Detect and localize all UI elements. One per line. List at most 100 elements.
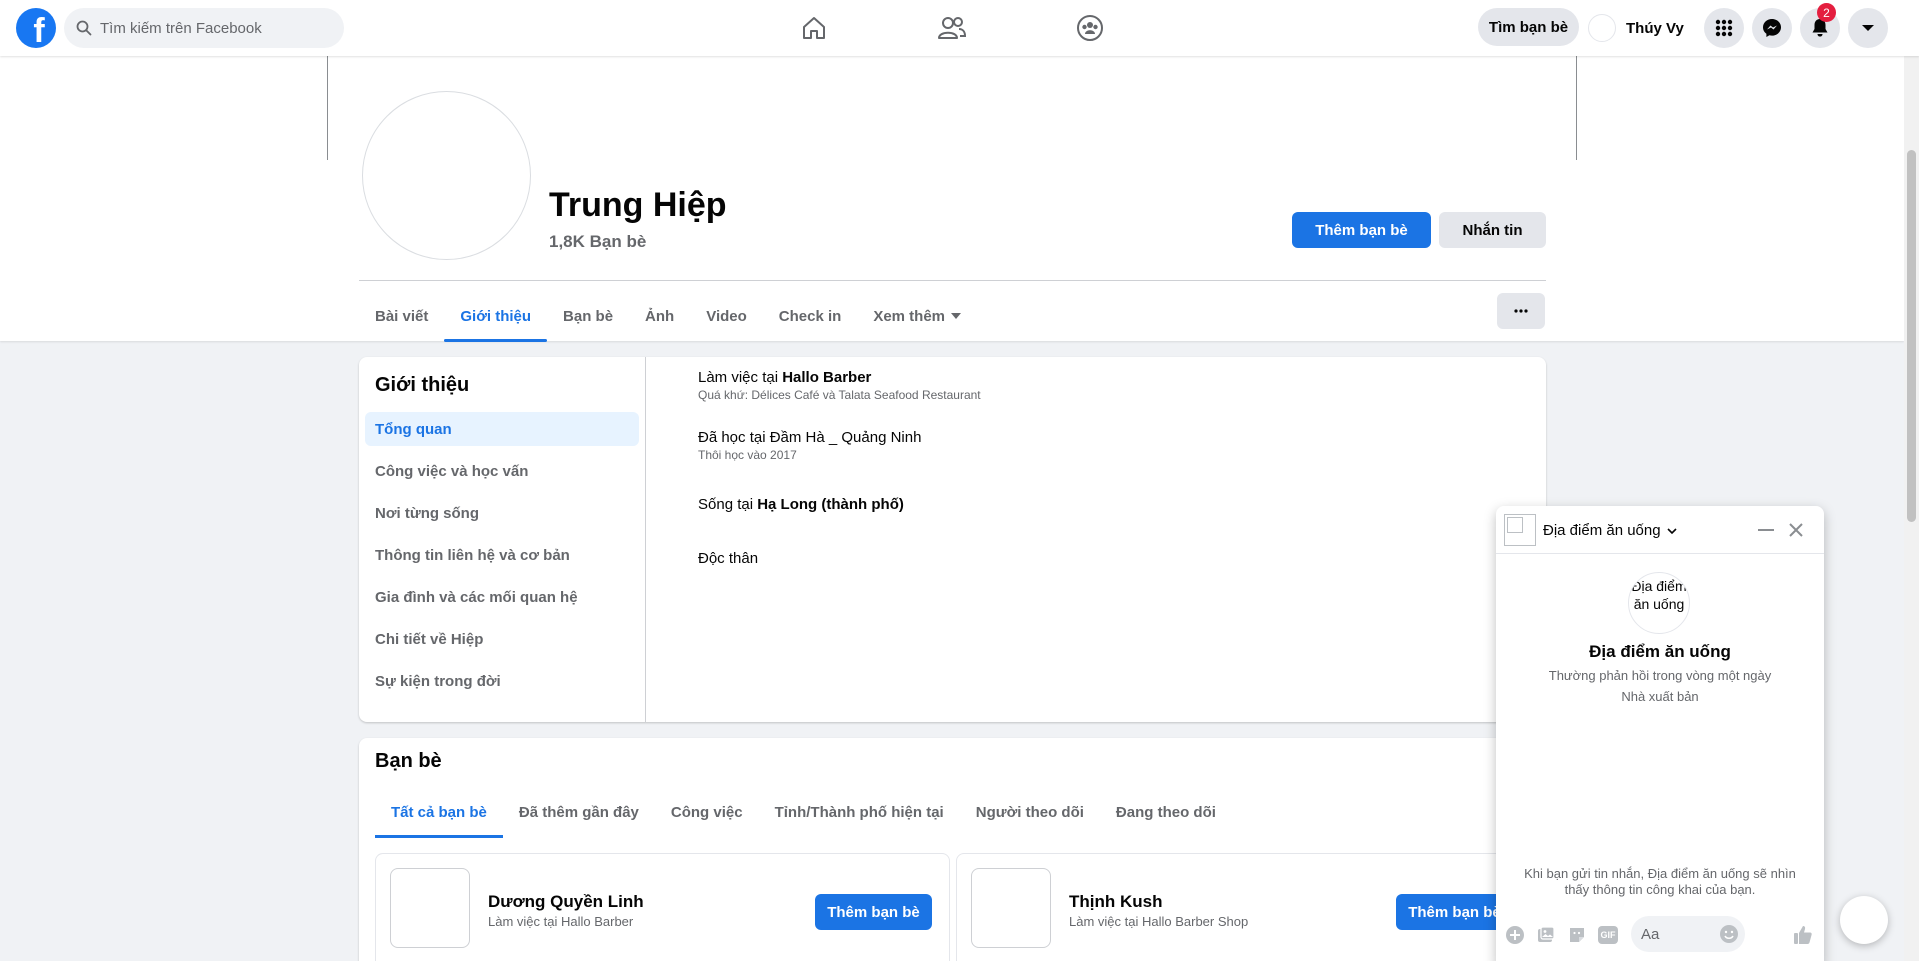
tab-about[interactable]: Giới thiệu (444, 290, 547, 342)
about-menu: Giới thiệu Tổng quan Công việc và học vấ… (359, 357, 646, 722)
thumbs-up-icon (1794, 926, 1812, 944)
list-item: Thịnh Kush Làm việc tại Hallo Barber Sho… (956, 853, 1531, 961)
facebook-logo-icon[interactable]: f (16, 8, 56, 48)
friends-tab-work[interactable]: Công việc (655, 786, 759, 838)
about-menu-overview[interactable]: Tổng quan (365, 412, 639, 446)
chat-response-time: Thường phản hồi trong vòng một ngày (1548, 668, 1772, 683)
gif-label: GIF (1600, 930, 1616, 940)
friend-name[interactable]: Thịnh Kush (1069, 892, 1162, 912)
search-icon (76, 20, 92, 36)
emoji-icon[interactable] (1719, 924, 1739, 944)
tab-more-label: Xem thêm (873, 307, 946, 325)
friends-tabs: Tất cả bạn bè Đã thêm gần đây Công việc … (375, 786, 1232, 838)
chat-page-thumbnail[interactable] (1504, 514, 1536, 546)
about-menu-life-events[interactable]: Sự kiện trong đời (365, 664, 639, 698)
lives-place-link[interactable]: Hạ Long (thành phố) (757, 496, 904, 513)
chat-page-role: Nhà xuất bản (1621, 689, 1699, 704)
chevron-down-icon (1667, 527, 1677, 534)
more-options-button[interactable] (1497, 293, 1545, 329)
friend-thumbnail[interactable] (390, 868, 470, 948)
tab-checkins[interactable]: Check in (763, 290, 858, 342)
lives-prefix: Sống tại (698, 496, 758, 513)
user-name: Thúy Vy (1626, 19, 1684, 37)
minimize-icon (1758, 529, 1774, 531)
logo-text: f (33, 12, 45, 48)
page-scrollbar[interactable] (1904, 0, 1919, 961)
scrollbar-thumb[interactable] (1907, 150, 1916, 522)
tab-friends[interactable]: Bạn bè (547, 290, 629, 342)
chat-window: Địa điểm ăn uống Địa điểm ăn uống Địa đi… (1496, 506, 1824, 961)
friends-tab-all[interactable]: Tất cả bạn bè (375, 786, 503, 838)
ellipsis-icon (1514, 309, 1528, 313)
chat-page-avatar[interactable]: Địa điểm ăn uống (1628, 572, 1690, 634)
caret-down-icon (1862, 25, 1874, 31)
cover-border-right (1576, 56, 1577, 160)
message-button[interactable]: Nhắn tin (1439, 212, 1546, 248)
avatar (1588, 14, 1616, 42)
add-friend-button[interactable]: Thêm bạn bè (1292, 212, 1431, 248)
work-place-link[interactable]: Hallo Barber (782, 369, 871, 386)
tab-photos[interactable]: Ảnh (629, 290, 690, 342)
photo-button[interactable] (1535, 924, 1557, 946)
close-icon (1789, 523, 1803, 537)
plus-button[interactable] (1504, 924, 1526, 946)
school-sub: Thôi học vào 2017 (698, 448, 797, 462)
tab-videos[interactable]: Video (690, 290, 763, 342)
menu-button[interactable] (1704, 8, 1744, 48)
search-bar[interactable] (64, 8, 344, 48)
messenger-button[interactable] (1752, 8, 1792, 48)
menu-grid-icon (1715, 19, 1733, 37)
close-button[interactable] (1786, 520, 1806, 540)
messenger-icon (1763, 19, 1781, 37)
school-info: Đã học tại Đầm Hà _ Quảng Ninh (698, 429, 922, 446)
friends-tab-recent[interactable]: Đã thêm gần đây (503, 786, 655, 838)
nav-groups[interactable] (1035, 6, 1145, 50)
gif-button[interactable]: GIF (1597, 924, 1619, 946)
photo-icon (1538, 926, 1555, 942)
work-info: Làm việc tại Hallo Barber (698, 369, 871, 386)
sticker-button[interactable] (1566, 924, 1588, 946)
notification-badge: 2 (1817, 3, 1836, 22)
work-prefix: Làm việc tại (698, 369, 783, 386)
profile-name: Trung Hiệp (549, 186, 727, 224)
header-divider (359, 280, 1546, 281)
new-message-button[interactable] (1840, 896, 1888, 944)
chat-page-name-button[interactable]: Địa điểm ăn uống (1543, 522, 1678, 539)
about-menu-places[interactable]: Nơi từng sống (365, 496, 639, 530)
gif-icon: GIF (1598, 926, 1618, 944)
minimize-button[interactable] (1756, 520, 1776, 540)
friends-icon (938, 17, 967, 39)
about-title: Giới thiệu (375, 374, 470, 396)
friend-name[interactable]: Dương Quyền Linh (488, 892, 644, 912)
message-input-wrap[interactable] (1631, 916, 1745, 952)
groups-icon (1077, 15, 1103, 41)
about-menu-contact[interactable]: Thông tin liên hệ và cơ bản (365, 538, 639, 572)
search-input[interactable] (100, 19, 330, 37)
chat-page-name: Địa điểm ăn uống (1543, 522, 1661, 539)
about-card: Giới thiệu Tổng quan Công việc và học vấ… (359, 357, 1546, 722)
profile-shortcut[interactable]: Thúy Vy (1588, 8, 1692, 48)
about-menu-work-education[interactable]: Công việc và học vấn (365, 454, 639, 488)
tab-posts[interactable]: Bài viết (359, 290, 444, 342)
about-menu-details[interactable]: Chi tiết về Hiệp (365, 622, 639, 656)
about-menu-family[interactable]: Gia đình và các mối quan hệ (365, 580, 639, 614)
message-input[interactable] (1641, 925, 1711, 943)
like-button[interactable] (1792, 924, 1814, 946)
lives-info: Sống tại Hạ Long (thành phố) (698, 496, 904, 513)
friend-thumbnail[interactable] (971, 868, 1051, 948)
profile-friends-count[interactable]: 1,8K Bạn bè (549, 232, 646, 252)
relationship-info: Độc thân (698, 550, 759, 567)
friend-add-button[interactable]: Thêm bạn bè (815, 894, 932, 930)
profile-avatar[interactable] (362, 91, 531, 260)
tab-more[interactable]: Xem thêm (857, 290, 977, 342)
nav-home[interactable] (759, 6, 869, 50)
friends-tab-followers[interactable]: Người theo dõi (960, 786, 1100, 838)
account-menu-button[interactable] (1848, 8, 1888, 48)
find-friends-button[interactable]: Tìm bạn bè (1478, 8, 1579, 46)
friends-tab-current-city[interactable]: Tỉnh/Thành phố hiện tại (759, 786, 960, 838)
nav-friends[interactable] (897, 6, 1007, 50)
friend-subtitle: Làm việc tại Hallo Barber Shop (1069, 914, 1249, 929)
friends-tab-following[interactable]: Đang theo dõi (1100, 786, 1232, 838)
plus-circle-icon (1506, 926, 1524, 944)
friend-subtitle: Làm việc tại Hallo Barber (488, 914, 634, 929)
